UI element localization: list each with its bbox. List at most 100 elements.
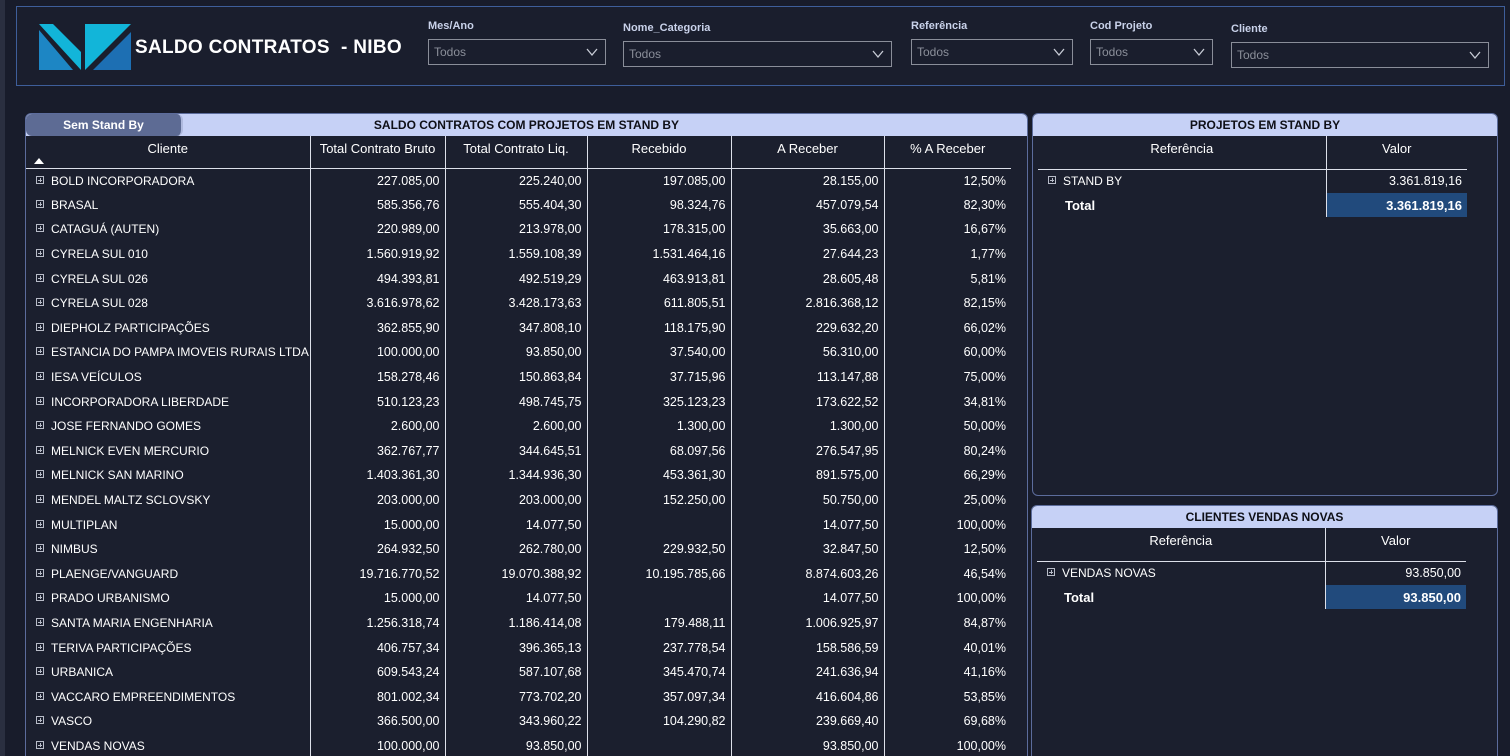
column-header-valor[interactable]: Valor: [1325, 528, 1466, 562]
column-header-pct-a-receber[interactable]: % A Receber: [884, 136, 1011, 169]
column-header-referencia[interactable]: Referência: [1038, 136, 1327, 170]
total-bruto-cell: 15.000,00: [310, 512, 446, 537]
cliente-cell[interactable]: VACCARO EMPREENDIMENTOS: [26, 684, 311, 710]
expand-plus-icon[interactable]: [1047, 568, 1055, 577]
pct-a-receber-cell: 100,00%: [956, 738, 1006, 753]
expand-plus-icon[interactable]: [36, 199, 44, 208]
cliente-cell[interactable]: NIMBUS: [26, 536, 311, 562]
cliente-cell[interactable]: INCORPORADORA LIBERDADE: [26, 389, 311, 414]
expand-plus-icon[interactable]: [36, 470, 44, 479]
column-header-valor[interactable]: Valor: [1326, 136, 1467, 170]
cliente-name: JOSE FERNANDO GOMES: [51, 419, 202, 434]
column-header-referencia[interactable]: Referência: [1037, 528, 1326, 562]
cliente-cell[interactable]: VASCO: [26, 709, 311, 734]
expand-plus-icon[interactable]: [1048, 176, 1056, 185]
cliente-cell[interactable]: PLAENGE/VANGUARD: [26, 561, 311, 587]
cliente-cell[interactable]: URBANICA: [26, 659, 311, 685]
cliente-name: BRASAL: [51, 197, 99, 212]
cliente-dropdown[interactable]: Todos: [1231, 42, 1489, 68]
cliente-cell[interactable]: CYRELA SUL 026: [26, 266, 311, 291]
a-receber-cell: 14.077,50: [731, 586, 885, 611]
total-liq-cell: 1.186.414,08: [445, 610, 588, 636]
expand-plus-icon[interactable]: [36, 396, 44, 405]
expand-plus-icon[interactable]: [36, 716, 44, 725]
expand-plus-icon[interactable]: [36, 544, 44, 553]
expand-plus-icon[interactable]: [36, 617, 44, 626]
pct-a-receber-cell: 12,50%: [963, 542, 1006, 557]
expand-plus-icon[interactable]: [36, 347, 44, 356]
sem-stand-by-button[interactable]: Sem Stand By: [26, 114, 183, 136]
pct-a-receber-cell: 46,54%: [963, 566, 1006, 581]
saldo-contratos-panel: SALDO CONTRATOS COM PROJETOS EM STAND BY…: [25, 113, 1028, 756]
recebido-cell: 357.097,34: [587, 684, 732, 710]
expand-plus-icon[interactable]: [36, 372, 44, 381]
expand-plus-icon[interactable]: [36, 273, 44, 282]
column-header-recebido[interactable]: Recebido: [587, 136, 732, 169]
cliente-cell[interactable]: VENDAS NOVAS: [26, 733, 311, 756]
cliente-cell[interactable]: TERIVA PARTICIPAÇÕES: [26, 635, 311, 660]
column-header-cliente[interactable]: Cliente: [26, 136, 311, 169]
pct-a-receber-cell: 16,67%: [963, 222, 1006, 237]
total-liq-cell: 587.107,68: [445, 659, 588, 685]
referencia-dropdown[interactable]: Todos: [911, 39, 1073, 65]
expand-plus-icon[interactable]: [36, 249, 44, 258]
expand-plus-icon[interactable]: [36, 740, 44, 749]
expand-plus-icon[interactable]: [36, 322, 44, 331]
table-row: NIMBUS 264.932,50 262.780,00 229.932,50 32.8…: [26, 536, 1011, 562]
total-bruto-cell: 366.500,00: [310, 709, 446, 734]
a-receber-cell: 891.575,00: [731, 463, 885, 488]
cliente-cell[interactable]: PRADO URBANISMO: [26, 586, 311, 611]
cliente-cell[interactable]: SANTA MARIA ENGENHARIA: [26, 610, 311, 636]
expand-plus-icon[interactable]: [36, 519, 44, 528]
clientes-vendas-novas-panel: CLIENTES VENDAS NOVAS Referência Valor V…: [1031, 505, 1498, 756]
table-row: VASCO 366.500,00 343.960,22 104.290,82 239.6…: [26, 709, 1011, 734]
expand-plus-icon[interactable]: [36, 568, 44, 577]
mes-ano-dropdown[interactable]: Todos: [428, 39, 606, 65]
a-receber-cell: 276.547,95: [731, 438, 885, 464]
expand-plus-icon[interactable]: [36, 298, 44, 307]
cliente-cell[interactable]: CATAGUÁ (AUTEN): [26, 217, 311, 242]
cliente-cell[interactable]: MULTIPLAN: [26, 512, 311, 537]
expand-plus-icon[interactable]: [36, 593, 44, 602]
cliente-cell[interactable]: MELNICK EVEN MERCURIO: [26, 438, 311, 464]
cliente-cell[interactable]: MENDEL MALTZ SCLOVSKY: [26, 487, 311, 513]
expand-plus-icon[interactable]: [36, 495, 44, 504]
expand-plus-icon[interactable]: [36, 445, 44, 454]
expand-plus-icon[interactable]: [36, 224, 44, 233]
cliente-cell[interactable]: DIEPHOLZ PARTICIPAÇÕES: [26, 315, 311, 341]
cliente-name: DIEPHOLZ PARTICIPAÇÕES: [51, 320, 210, 335]
cliente-cell[interactable]: IESA VEÍCULOS: [26, 364, 311, 390]
row-label-cell[interactable]: STAND BY: [1038, 169, 1327, 193]
dropdown-value: Todos: [1237, 48, 1270, 62]
cliente-cell[interactable]: MELNICK SAN MARINO: [26, 463, 311, 488]
panel-title: CLIENTES VENDAS NOVAS: [1185, 510, 1344, 524]
recebido-cell: 611.805,51: [587, 290, 732, 316]
cliente-name: ESTANCIA DO PAMPA IMOVEIS RURAIS LTDA: [51, 345, 309, 360]
total-liq-cell: 213.978,00: [445, 217, 588, 242]
filter-mes-ano: Mes/Ano Todos: [428, 20, 606, 65]
panel-title: PROJETOS EM STAND BY: [1189, 118, 1341, 132]
expand-plus-icon[interactable]: [36, 667, 44, 676]
column-header-total-bruto[interactable]: Total Contrato Bruto: [310, 136, 446, 169]
cod-projeto-dropdown[interactable]: Todos: [1090, 39, 1213, 65]
expand-plus-icon[interactable]: [36, 175, 44, 184]
a-receber-cell: 28.605,48: [731, 266, 885, 291]
cliente-cell[interactable]: CYRELA SUL 010: [26, 241, 311, 267]
cliente-cell[interactable]: BOLD INCORPORADORA: [26, 168, 311, 193]
cliente-name: PLAENGE/VANGUARD: [51, 566, 179, 581]
cliente-cell[interactable]: ESTANCIA DO PAMPA IMOVEIS RURAIS LTDA: [26, 340, 311, 365]
expand-plus-icon[interactable]: [36, 642, 44, 651]
nome-categoria-dropdown[interactable]: Todos: [623, 41, 892, 67]
table-row: CATAGUÁ (AUTEN) 220.989,00 213.978,00 178.3…: [26, 217, 1011, 242]
expand-plus-icon[interactable]: [36, 421, 44, 430]
column-header-a-receber[interactable]: A Receber: [731, 136, 885, 169]
left-edge-strip: [0, 0, 5, 756]
cliente-cell[interactable]: JOSE FERNANDO GOMES: [26, 413, 311, 439]
expand-plus-icon[interactable]: [36, 691, 44, 700]
cliente-cell[interactable]: BRASAL: [26, 192, 311, 218]
cliente-cell[interactable]: CYRELA SUL 028: [26, 290, 311, 316]
a-receber-cell: 158.586,59: [731, 635, 885, 660]
column-header-total-liq[interactable]: Total Contrato Liq.: [445, 136, 588, 169]
total-value: 93.850,00: [1325, 585, 1466, 609]
row-label-cell[interactable]: VENDAS NOVAS: [1037, 561, 1326, 585]
